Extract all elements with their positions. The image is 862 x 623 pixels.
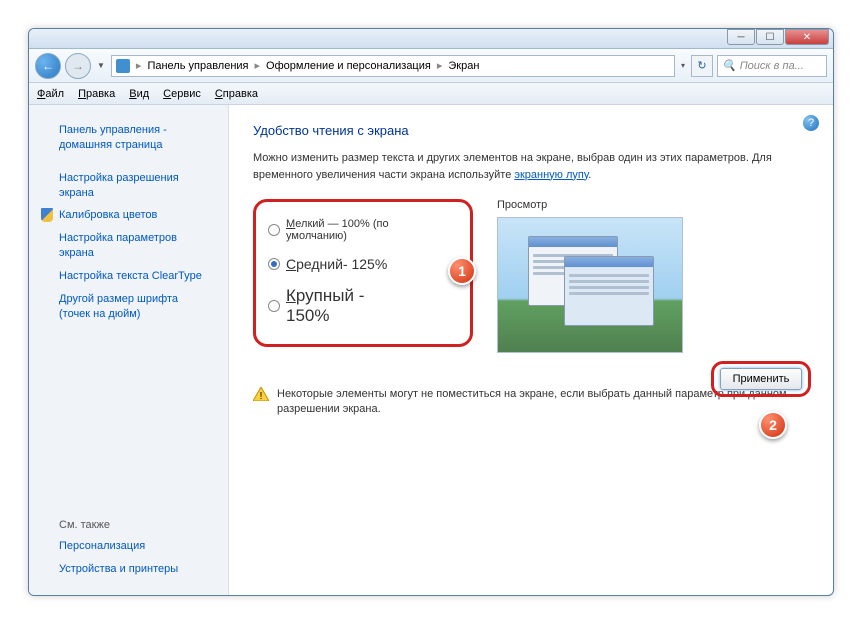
radio-icon <box>268 258 280 270</box>
annotation-badge-2: 2 <box>759 411 787 439</box>
control-panel-icon <box>116 59 130 73</box>
maximize-button[interactable]: ☐ <box>756 29 784 45</box>
minimize-button[interactable]: ─ <box>727 29 755 45</box>
forward-button[interactable]: → <box>65 53 91 79</box>
size-options-highlight: Мелкий — 100% (по умолчанию) Средний- 12… <box>253 199 473 347</box>
sidebar-home[interactable]: Панель управления - домашняя страница <box>39 119 218 157</box>
intro-text: Можно изменить размер текста и других эл… <box>253 150 809 183</box>
sidebar-seealso-heading: См. также <box>39 515 218 535</box>
refresh-button[interactable]: ↻ <box>691 55 713 77</box>
apply-highlight: Применить <box>711 361 811 397</box>
preview-image <box>497 217 683 353</box>
magnifier-link[interactable]: экранную лупу <box>514 169 588 181</box>
close-button[interactable]: ✕ <box>785 29 829 45</box>
breadcrumb-mid[interactable]: Оформление и персонализация <box>266 60 431 72</box>
sidebar-cleartype[interactable]: Настройка текста ClearType <box>39 265 218 288</box>
back-button[interactable]: ← <box>35 53 61 79</box>
sidebar-devices[interactable]: Устройства и принтеры <box>39 558 218 581</box>
radio-large[interactable]: Крупный - 150% <box>268 286 410 326</box>
address-dropdown[interactable]: ▾ <box>679 61 687 70</box>
warning-icon: ! <box>253 387 269 401</box>
titlebar[interactable]: ─ ☐ ✕ <box>29 29 833 49</box>
annotation-badge-1: 1 <box>448 257 476 285</box>
breadcrumb-leaf[interactable]: Экран <box>448 60 479 72</box>
menu-help[interactable]: Справка <box>215 88 258 100</box>
sidebar-resolution[interactable]: Настройка разрешения экрана <box>39 167 218 205</box>
control-panel-window: ─ ☐ ✕ ← → ▼ ▸ Панель управления ▸ Оформл… <box>28 28 834 596</box>
breadcrumb-sep-icon[interactable]: ▸ <box>134 59 144 72</box>
svg-text:!: ! <box>260 391 263 401</box>
menu-file[interactable]: Файл <box>37 88 64 100</box>
sidebar-params[interactable]: Настройка параметров экрана <box>39 227 218 265</box>
sidebar-dpi[interactable]: Другой размер шрифта (точек на дюйм) <box>39 288 218 326</box>
breadcrumb-sep-icon[interactable]: ▸ <box>435 59 445 72</box>
apply-button[interactable]: Применить <box>720 368 802 390</box>
radio-small[interactable]: Мелкий — 100% (по умолчанию) <box>268 218 410 242</box>
sidebar: Панель управления - домашняя страница На… <box>29 105 229 595</box>
menu-tools[interactable]: Сервис <box>163 88 201 100</box>
menu-view[interactable]: Вид <box>129 88 149 100</box>
content-pane: ? Удобство чтения с экрана Можно изменит… <box>229 105 833 595</box>
help-icon[interactable]: ? <box>803 115 819 131</box>
radio-icon <box>268 224 280 236</box>
search-icon: 🔍 <box>722 59 736 72</box>
search-input[interactable]: 🔍 Поиск в па... <box>717 55 827 77</box>
search-placeholder: Поиск в па... <box>740 60 804 72</box>
menu-edit[interactable]: Правка <box>78 88 115 100</box>
radio-icon <box>268 300 280 312</box>
preview-label: Просмотр <box>497 199 683 211</box>
sidebar-personalization[interactable]: Персонализация <box>39 535 218 558</box>
nav-toolbar: ← → ▼ ▸ Панель управления ▸ Оформление и… <box>29 49 833 83</box>
breadcrumb-sep-icon[interactable]: ▸ <box>253 59 263 72</box>
radio-medium[interactable]: Средний- 125% <box>268 256 410 272</box>
sidebar-calibrate[interactable]: Калибровка цветов <box>39 204 218 227</box>
history-dropdown[interactable]: ▼ <box>95 61 107 70</box>
menu-bar: Файл Правка Вид Сервис Справка <box>29 83 833 105</box>
address-bar[interactable]: ▸ Панель управления ▸ Оформление и персо… <box>111 55 675 77</box>
page-title: Удобство чтения с экрана <box>253 123 809 138</box>
breadcrumb-root[interactable]: Панель управления <box>147 60 248 72</box>
